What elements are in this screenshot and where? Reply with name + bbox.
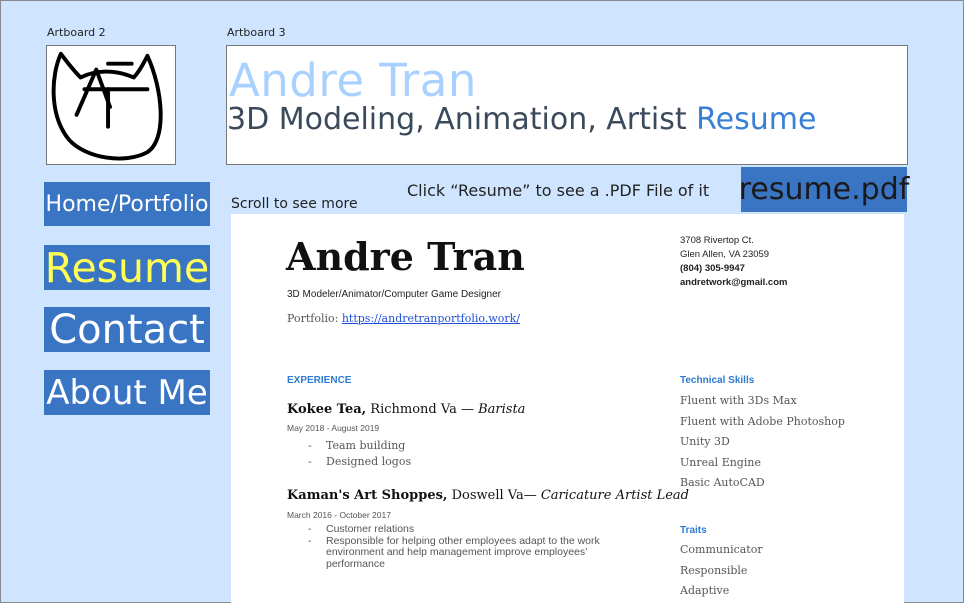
technical-skills-heading: Technical Skills bbox=[680, 375, 755, 386]
nav-contact-button[interactable]: Contact bbox=[44, 307, 210, 352]
header-subtitle-accent: Resume bbox=[696, 102, 817, 137]
header-name: Andre Tran bbox=[229, 54, 477, 107]
job2-bullets: Customer relations Responsible for helpi… bbox=[305, 523, 645, 571]
resume-pdf-button[interactable]: resume.pdf bbox=[739, 167, 909, 212]
nav-home-portfolio-button[interactable]: Home/Portfolio bbox=[44, 182, 210, 226]
traits-list: Communicator Responsible Adaptive bbox=[680, 540, 763, 602]
header-subtitle: 3D Modeling, Animation, Artist Resume bbox=[227, 102, 816, 137]
job1-dates: May 2018 - August 2019 bbox=[287, 423, 380, 433]
technical-skills-list: Fluent with 3Ds Max Fluent with Adobe Ph… bbox=[680, 391, 845, 494]
job2-dates: March 2016 - October 2017 bbox=[287, 510, 391, 520]
scroll-hint-text: Scroll to see more bbox=[231, 196, 358, 212]
job-title-2: Kaman's Art Shoppes, Doswell Va— Caricat… bbox=[287, 488, 689, 503]
list-item: Responsible for helping other employees … bbox=[305, 535, 645, 571]
portfolio-link[interactable]: https://andretranportfolio.work/ bbox=[342, 312, 520, 325]
at-cat-logo-icon bbox=[51, 51, 163, 161]
job1-bullets: Team building Designed logos bbox=[305, 438, 411, 470]
portfolio-label: Portfolio: bbox=[287, 312, 339, 325]
job2-location: Doswell Va— bbox=[447, 488, 541, 503]
artboard-3-label: Artboard 3 bbox=[227, 26, 286, 39]
list-item: Designed logos bbox=[305, 454, 411, 470]
pdf-hint-text: Click “Resume” to see a .PDF File of it bbox=[407, 181, 710, 200]
email-address: andretwork@gmail.com bbox=[680, 277, 788, 288]
list-item: Communicator bbox=[680, 543, 763, 556]
resume-contact-block: 3708 Rivertop Ct. Glen Allen, VA 23059 (… bbox=[680, 234, 787, 290]
list-item: Unreal Engine bbox=[680, 455, 761, 469]
experience-heading: EXPERIENCE bbox=[287, 375, 352, 386]
job2-company: Kaman's Art Shoppes, bbox=[287, 488, 448, 503]
list-item: Team building bbox=[305, 438, 411, 454]
address-line-2: Glen Allen, VA 23059 bbox=[680, 249, 770, 260]
header-subtitle-main: 3D Modeling, Animation, Artist bbox=[227, 102, 687, 137]
resume-portfolio: Portfolio: https://andretranportfolio.wo… bbox=[287, 312, 520, 325]
list-item: Fluent with Adobe Photoshop bbox=[680, 414, 845, 428]
list-item: Unity 3D bbox=[680, 435, 730, 448]
job1-company: Kokee Tea, bbox=[287, 402, 367, 417]
job1-location: Richmond Va — bbox=[366, 402, 479, 417]
logo[interactable] bbox=[46, 45, 176, 165]
job2-position: Caricature Artist Lead bbox=[540, 488, 690, 503]
resume-document[interactable]: Andre Tran 3D Modeler/Animator/Computer … bbox=[231, 214, 904, 603]
list-item: Basic AutoCAD bbox=[680, 476, 765, 489]
resume-name: Andre Tran bbox=[286, 234, 525, 279]
nav-about-me-button[interactable]: About Me bbox=[44, 370, 210, 415]
list-item: Fluent with 3Ds Max bbox=[680, 394, 797, 407]
traits-heading: Traits bbox=[680, 525, 707, 536]
phone-number: (804) 305-9947 bbox=[680, 263, 745, 274]
address-line-1: 3708 Rivertop Ct. bbox=[680, 235, 754, 246]
header-banner: Andre Tran 3D Modeling, Animation, Artis… bbox=[226, 45, 908, 165]
list-item: Adaptive bbox=[680, 584, 730, 597]
resume-role: 3D Modeler/Animator/Computer Game Design… bbox=[287, 289, 501, 300]
list-item: Customer relations bbox=[305, 523, 645, 536]
job-title-1: Kokee Tea, Richmond Va — Barista bbox=[287, 402, 525, 417]
artboard-2-label: Artboard 2 bbox=[47, 26, 106, 39]
list-item: Responsible bbox=[680, 563, 748, 577]
job1-position: Barista bbox=[478, 402, 526, 417]
nav-resume-button[interactable]: Resume bbox=[44, 245, 210, 290]
